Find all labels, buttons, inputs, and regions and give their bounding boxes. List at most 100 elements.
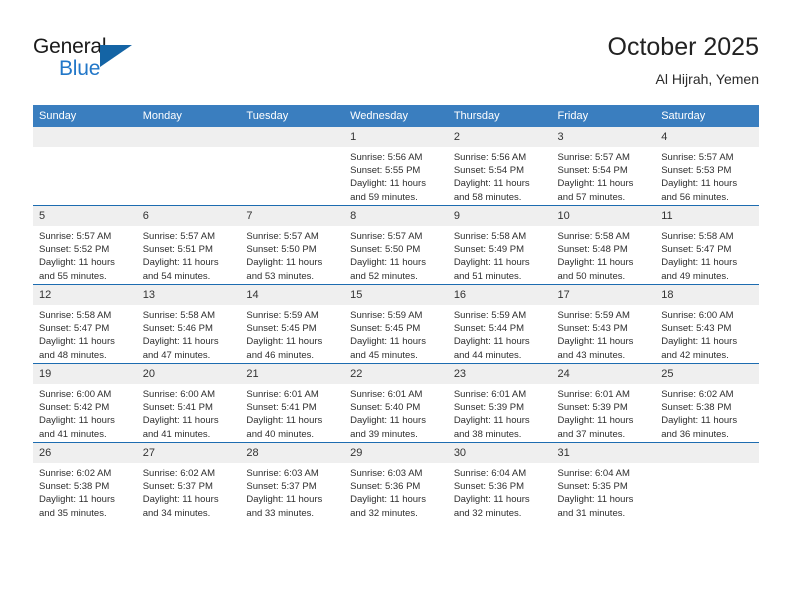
daylight-text: Daylight: 11 hours and 36 minutes. <box>661 415 738 440</box>
daylight-text: Daylight: 11 hours and 57 minutes. <box>557 178 634 203</box>
day-details: Sunrise: 5:57 AM Sunset: 5:51 PM Daylight:… <box>137 226 241 283</box>
day-details: Sunrise: 5:56 AM Sunset: 5:55 PM Daylight:… <box>344 147 448 204</box>
day-details: Sunrise: 6:02 AM Sunset: 5:38 PM Daylight:… <box>655 384 759 441</box>
calendar-page: General Blue October 2025 Al Hijrah, Yem… <box>0 0 792 612</box>
daylight-text: Daylight: 11 hours and 58 minutes. <box>453 178 530 203</box>
day-details: Sunrise: 6:01 AM Sunset: 5:39 PM Daylight:… <box>448 384 552 441</box>
sunrise-text: Sunrise: 6:02 AM <box>142 468 216 479</box>
calendar-day-cell[interactable]: 17 Sunrise: 5:59 AM Sunset: 5:43 PM Dayligh… <box>551 284 656 364</box>
calendar-day-cell[interactable]: 20 Sunrise: 6:00 AM Sunset: 5:41 PM Dayligh… <box>136 363 241 443</box>
sunrise-text: Sunrise: 5:58 AM <box>142 310 216 321</box>
calendar-day-cell[interactable]: 14 Sunrise: 5:59 AM Sunset: 5:45 PM Dayligh… <box>240 284 345 364</box>
day-details: Sunrise: 5:58 AM Sunset: 5:49 PM Daylight:… <box>448 226 552 283</box>
sunrise-text: Sunrise: 5:56 AM <box>350 152 423 163</box>
day-number: 10 <box>551 206 656 226</box>
sunrise-text: Sunrise: 5:56 AM <box>453 152 527 163</box>
weekday-header-saturday: Saturday <box>655 105 759 127</box>
day-number: 17 <box>551 285 656 305</box>
calendar-day-cell[interactable]: 25 Sunrise: 6:02 AM Sunset: 5:38 PM Dayligh… <box>655 363 759 443</box>
daylight-text: Daylight: 11 hours and 34 minutes. <box>142 494 219 519</box>
day-number: 2 <box>447 127 552 147</box>
daylight-text: Daylight: 11 hours and 40 minutes. <box>246 415 323 440</box>
calendar-day-cell[interactable]: 9 Sunrise: 5:58 AM Sunset: 5:49 PM Daylight… <box>447 205 552 285</box>
daylight-text: Daylight: 11 hours and 43 minutes. <box>557 336 634 361</box>
calendar-day-cell[interactable]: 22 Sunrise: 6:01 AM Sunset: 5:40 PM Dayligh… <box>344 363 448 443</box>
calendar-week-row: 26 Sunrise: 6:02 AM Sunset: 5:38 PM Dayligh… <box>33 442 759 521</box>
calendar-day-cell[interactable]: 5 Sunrise: 5:57 AM Sunset: 5:52 PM Daylight… <box>33 205 137 285</box>
day-details: Sunrise: 6:04 AM Sunset: 5:36 PM Daylight:… <box>448 463 552 520</box>
sunrise-text: Sunrise: 5:59 AM <box>350 310 423 321</box>
daylight-text: Daylight: 11 hours and 59 minutes. <box>350 178 426 203</box>
calendar-day-cell[interactable]: 13 Sunrise: 5:58 AM Sunset: 5:46 PM Dayligh… <box>136 284 241 364</box>
day-details: Sunrise: 6:01 AM Sunset: 5:40 PM Daylight:… <box>344 384 448 441</box>
calendar-day-cell[interactable]: 1 Sunrise: 5:56 AM Sunset: 5:55 PM Daylight… <box>344 127 448 206</box>
day-number: 18 <box>655 285 759 305</box>
day-number <box>33 127 137 147</box>
sunrise-text: Sunrise: 5:58 AM <box>453 231 527 242</box>
title-block: October 2025 Al Hijrah, Yemen <box>608 32 760 89</box>
calendar-day-cell[interactable]: 15 Sunrise: 5:59 AM Sunset: 5:45 PM Dayligh… <box>344 284 448 364</box>
calendar-day-cell[interactable]: 11 Sunrise: 5:58 AM Sunset: 5:47 PM Dayligh… <box>655 205 759 285</box>
calendar-day-cell[interactable]: 21 Sunrise: 6:01 AM Sunset: 5:41 PM Dayligh… <box>240 363 345 443</box>
daylight-text: Daylight: 11 hours and 44 minutes. <box>453 336 530 361</box>
calendar-day-cell[interactable]: 16 Sunrise: 5:59 AM Sunset: 5:44 PM Dayligh… <box>447 284 552 364</box>
calendar-day-cell[interactable]: 23 Sunrise: 6:01 AM Sunset: 5:39 PM Dayligh… <box>447 363 552 443</box>
daylight-text: Daylight: 11 hours and 39 minutes. <box>350 415 426 440</box>
day-details: Sunrise: 5:58 AM Sunset: 5:47 PM Daylight:… <box>33 305 137 362</box>
calendar-day-cell[interactable]: 28 Sunrise: 6:03 AM Sunset: 5:37 PM Dayligh… <box>240 442 345 521</box>
calendar-day-cell[interactable]: 12 Sunrise: 5:58 AM Sunset: 5:47 PM Dayligh… <box>33 284 137 364</box>
daylight-text: Daylight: 11 hours and 32 minutes. <box>350 494 426 519</box>
sunset-text: Sunset: 5:39 PM <box>557 402 628 414</box>
calendar-day-cell[interactable]: 6 Sunrise: 5:57 AM Sunset: 5:51 PM Daylight… <box>136 205 241 285</box>
daylight-text: Daylight: 11 hours and 37 minutes. <box>557 415 634 440</box>
calendar-day-cell[interactable]: 19 Sunrise: 6:00 AM Sunset: 5:42 PM Dayligh… <box>33 363 137 443</box>
calendar-day-cell[interactable]: 29 Sunrise: 6:03 AM Sunset: 5:36 PM Dayligh… <box>344 442 448 521</box>
day-number <box>655 443 759 463</box>
weekday-header-monday: Monday <box>136 105 241 127</box>
sunrise-text: Sunrise: 5:57 AM <box>246 231 319 242</box>
day-details: Sunrise: 6:03 AM Sunset: 5:36 PM Daylight:… <box>344 463 448 520</box>
calendar-day-cell[interactable]: 18 Sunrise: 6:00 AM Sunset: 5:43 PM Dayligh… <box>655 284 759 364</box>
calendar-day-cell[interactable]: 26 Sunrise: 6:02 AM Sunset: 5:38 PM Dayligh… <box>33 442 137 521</box>
day-number: 29 <box>344 443 448 463</box>
sunrise-text: Sunrise: 6:01 AM <box>350 389 423 400</box>
calendar-week-row: 12 Sunrise: 5:58 AM Sunset: 5:47 PM Dayligh… <box>33 284 759 364</box>
sunset-text: Sunset: 5:53 PM <box>661 165 732 177</box>
day-details: Sunrise: 5:59 AM Sunset: 5:44 PM Daylight:… <box>448 305 552 362</box>
sunrise-text: Sunrise: 6:02 AM <box>39 468 112 479</box>
weekday-header-thursday: Thursday <box>447 105 552 127</box>
brand-logo[interactable]: General Blue <box>33 34 233 90</box>
page-header: General Blue October 2025 Al Hijrah, Yem… <box>0 0 792 102</box>
calendar-day-cell[interactable]: 30 Sunrise: 6:04 AM Sunset: 5:36 PM Dayligh… <box>447 442 552 521</box>
calendar-week-row: 19 Sunrise: 6:00 AM Sunset: 5:42 PM Dayligh… <box>33 363 759 443</box>
day-number: 21 <box>240 364 345 384</box>
sunset-text: Sunset: 5:40 PM <box>350 402 421 414</box>
daylight-text: Daylight: 11 hours and 41 minutes. <box>39 415 115 440</box>
calendar-day-cell[interactable]: 10 Sunrise: 5:58 AM Sunset: 5:48 PM Dayligh… <box>551 205 656 285</box>
calendar-cell-empty <box>240 127 345 206</box>
daylight-text: Daylight: 11 hours and 32 minutes. <box>453 494 530 519</box>
calendar-day-cell[interactable]: 31 Sunrise: 6:04 AM Sunset: 5:35 PM Dayligh… <box>551 442 656 521</box>
day-details: Sunrise: 6:02 AM Sunset: 5:38 PM Daylight:… <box>33 463 137 520</box>
daylight-text: Daylight: 11 hours and 38 minutes. <box>453 415 530 440</box>
sunrise-text: Sunrise: 6:03 AM <box>246 468 319 479</box>
day-number: 28 <box>240 443 345 463</box>
day-details: Sunrise: 5:59 AM Sunset: 5:43 PM Daylight:… <box>552 305 656 362</box>
sunrise-text: Sunrise: 6:03 AM <box>350 468 423 479</box>
calendar-day-cell[interactable]: 7 Sunrise: 5:57 AM Sunset: 5:50 PM Daylight… <box>240 205 345 285</box>
calendar-day-cell[interactable]: 2 Sunrise: 5:56 AM Sunset: 5:54 PM Daylight… <box>447 127 552 206</box>
daylight-text: Daylight: 11 hours and 53 minutes. <box>246 257 323 282</box>
day-number: 8 <box>344 206 448 226</box>
day-details: Sunrise: 5:59 AM Sunset: 5:45 PM Daylight:… <box>344 305 448 362</box>
calendar-week-row: 1 Sunrise: 5:56 AM Sunset: 5:55 PM Daylight… <box>33 127 759 206</box>
calendar-day-cell[interactable]: 3 Sunrise: 5:57 AM Sunset: 5:54 PM Daylight… <box>551 127 656 206</box>
sunset-text: Sunset: 5:41 PM <box>142 402 213 414</box>
sunset-text: Sunset: 5:35 PM <box>557 481 628 493</box>
calendar-day-cell[interactable]: 27 Sunrise: 6:02 AM Sunset: 5:37 PM Dayligh… <box>136 442 241 521</box>
calendar-day-cell[interactable]: 24 Sunrise: 6:01 AM Sunset: 5:39 PM Dayligh… <box>551 363 656 443</box>
day-number: 30 <box>447 443 552 463</box>
calendar-day-cell[interactable]: 4 Sunrise: 5:57 AM Sunset: 5:53 PM Daylight… <box>655 127 759 206</box>
sunset-text: Sunset: 5:47 PM <box>39 323 110 335</box>
day-number: 12 <box>33 285 137 305</box>
calendar-day-cell[interactable]: 8 Sunrise: 5:57 AM Sunset: 5:50 PM Daylight… <box>344 205 448 285</box>
